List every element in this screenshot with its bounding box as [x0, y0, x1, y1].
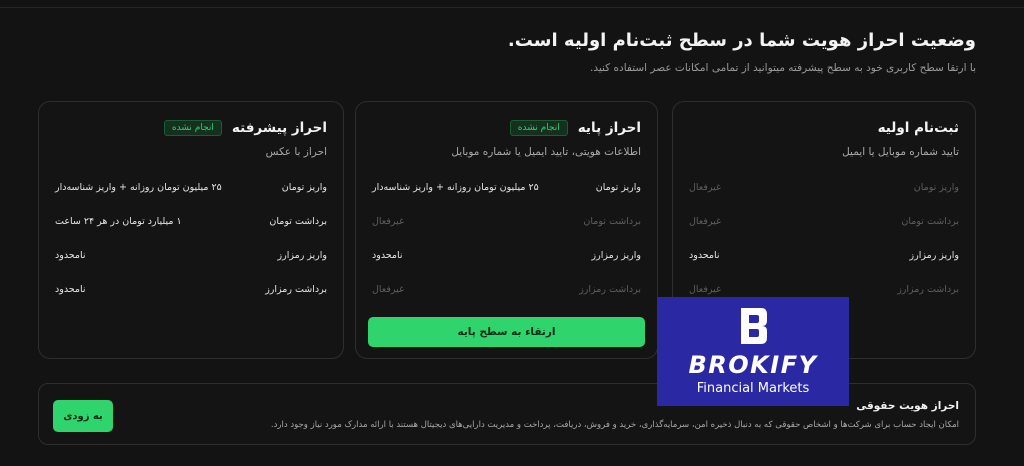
- limit-row: واریز رمزارز نامحدود: [689, 238, 959, 272]
- limit-row: واریز تومان ۲۵ میلیون تومان روزانه + وار…: [372, 170, 641, 204]
- limit-label: برداشت رمزارز: [579, 283, 641, 295]
- limit-value: غیرفعال: [372, 215, 404, 227]
- limit-row: برداشت تومان ۱ میلیارد تومان در هر ۲۴ سا…: [55, 204, 327, 238]
- logo-name: BROKIFY: [688, 351, 818, 379]
- card-title: احراز پایه: [577, 120, 641, 136]
- limit-value: ۲۵ میلیون تومان روزانه + واریز شناسه‌دار: [372, 181, 539, 193]
- coming-soon-button[interactable]: به زودی: [53, 400, 113, 432]
- limit-value: نامحدود: [55, 283, 86, 295]
- limit-label: واریز تومان: [913, 181, 959, 193]
- card-title: ثبت‌نام اولیه: [877, 120, 959, 136]
- limit-label: برداشت رمزارز: [897, 283, 959, 295]
- limit-value: ۱ میلیارد تومان در هر ۲۴ ساعت: [55, 215, 182, 227]
- limit-row: واریز رمزارز نامحدود: [372, 238, 641, 272]
- limit-row: برداشت تومان غیرفعال: [372, 204, 641, 238]
- limit-row: برداشت رمزارز غیرفعال: [372, 272, 641, 306]
- limit-value: غیرفعال: [689, 215, 721, 227]
- limit-label: واریز تومان: [281, 181, 327, 193]
- limit-row: واریز رمزارز نامحدود: [55, 238, 327, 272]
- limit-label: برداشت تومان: [901, 215, 959, 227]
- limit-value: غیرفعال: [689, 283, 721, 295]
- limit-value: نامحدود: [372, 249, 403, 261]
- limit-label: برداشت رمزارز: [265, 283, 327, 295]
- status-badge: انجام نشده: [509, 120, 568, 136]
- page-header: وضعیت احراز هویت شما در سطح ثبت‌نام اولی…: [508, 30, 976, 74]
- page-title: وضعیت احراز هویت شما در سطح ثبت‌نام اولی…: [507, 30, 976, 51]
- limit-row: واریز تومان ۲۵ میلیون تومان روزانه + وار…: [55, 170, 327, 204]
- top-divider: [0, 7, 1024, 8]
- limit-label: واریز رمزارز: [591, 249, 641, 261]
- limit-value: غیرفعال: [689, 181, 721, 193]
- card-subtitle: اطلاعات هویتی، تایید ایمیل یا شماره موبا…: [451, 146, 641, 158]
- logo-tagline: Financial Markets: [696, 381, 810, 396]
- limit-row: برداشت رمزارز نامحدود: [55, 272, 327, 306]
- limit-value: ۲۵ میلیون تومان روزانه + واریز شناسه‌دار: [55, 181, 222, 193]
- legal-description: امکان ایجاد حساب برای شرکت‌ها و اشخاص حق…: [270, 420, 959, 430]
- limit-label: برداشت تومان: [583, 215, 641, 227]
- limit-value: نامحدود: [689, 249, 720, 261]
- card-subtitle: احراز با عکس: [265, 146, 327, 158]
- card-subtitle: تایید شماره موبایل یا ایمیل: [842, 146, 959, 158]
- level-card-basic-verification: احراز پایه انجام نشده اطلاعات هویتی، تای…: [355, 101, 658, 359]
- upgrade-basic-button[interactable]: ارتقاء به سطح پایه: [368, 317, 645, 347]
- card-title: احراز پیشرفته: [231, 120, 327, 136]
- status-badge: انجام نشده: [163, 120, 222, 136]
- brokify-watermark-logo: BROKIFY Financial Markets: [657, 297, 849, 406]
- limit-label: برداشت تومان: [269, 215, 327, 227]
- limit-label: واریز رمزارز: [277, 249, 327, 261]
- limit-row: برداشت تومان غیرفعال: [689, 204, 959, 238]
- limit-label: واریز تومان: [595, 181, 641, 193]
- brokify-logo-icon: [741, 308, 767, 344]
- limit-value: غیرفعال: [372, 283, 404, 295]
- level-card-advanced-verification: احراز پیشرفته انجام نشده احراز با عکس وا…: [38, 101, 344, 359]
- limit-label: واریز رمزارز: [909, 249, 959, 261]
- page-subtitle: با ارتقا سطح کاربری خود به سطح پیشرفته م…: [590, 62, 976, 74]
- limit-row: واریز تومان غیرفعال: [689, 170, 959, 204]
- limit-value: نامحدود: [55, 249, 86, 261]
